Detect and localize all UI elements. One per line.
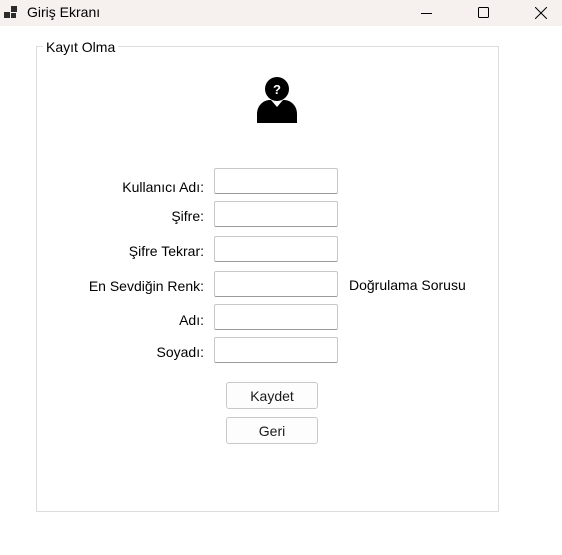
- close-button[interactable]: [518, 0, 562, 26]
- username-label: Kullanıcı Adı:: [122, 179, 204, 195]
- title-bar: Giriş Ekranı: [0, 0, 562, 26]
- favorite-color-input[interactable]: [214, 271, 338, 297]
- password-input[interactable]: [214, 201, 338, 227]
- favorite-color-label: En Sevdiğin Renk:: [88, 278, 204, 294]
- svg-text:?: ?: [273, 82, 281, 97]
- password-label: Şifre:: [171, 208, 204, 224]
- first-name-input[interactable]: [214, 304, 338, 330]
- password-repeat-label: Şifre Tekrar:: [128, 243, 204, 259]
- close-icon: [535, 7, 547, 19]
- last-name-label: Soyadı:: [156, 344, 204, 360]
- window-title: Giriş Ekranı: [27, 4, 101, 20]
- back-button[interactable]: Geri: [226, 417, 318, 444]
- app-window-icon: [4, 6, 17, 18]
- save-button[interactable]: Kaydet: [226, 382, 318, 409]
- maximize-icon: [478, 7, 489, 18]
- first-name-label: Adı:: [179, 312, 204, 328]
- minimize-button[interactable]: [404, 0, 450, 26]
- username-input[interactable]: [214, 168, 338, 194]
- verification-question-label: Doğrulama Sorusu: [349, 277, 466, 293]
- minimize-icon: [421, 13, 432, 14]
- unknown-user-icon: ?: [257, 77, 297, 123]
- last-name-input[interactable]: [214, 337, 338, 363]
- password-repeat-input[interactable]: [214, 236, 338, 262]
- groupbox-title: Kayıt Olma: [43, 39, 119, 55]
- maximize-button[interactable]: [461, 0, 507, 26]
